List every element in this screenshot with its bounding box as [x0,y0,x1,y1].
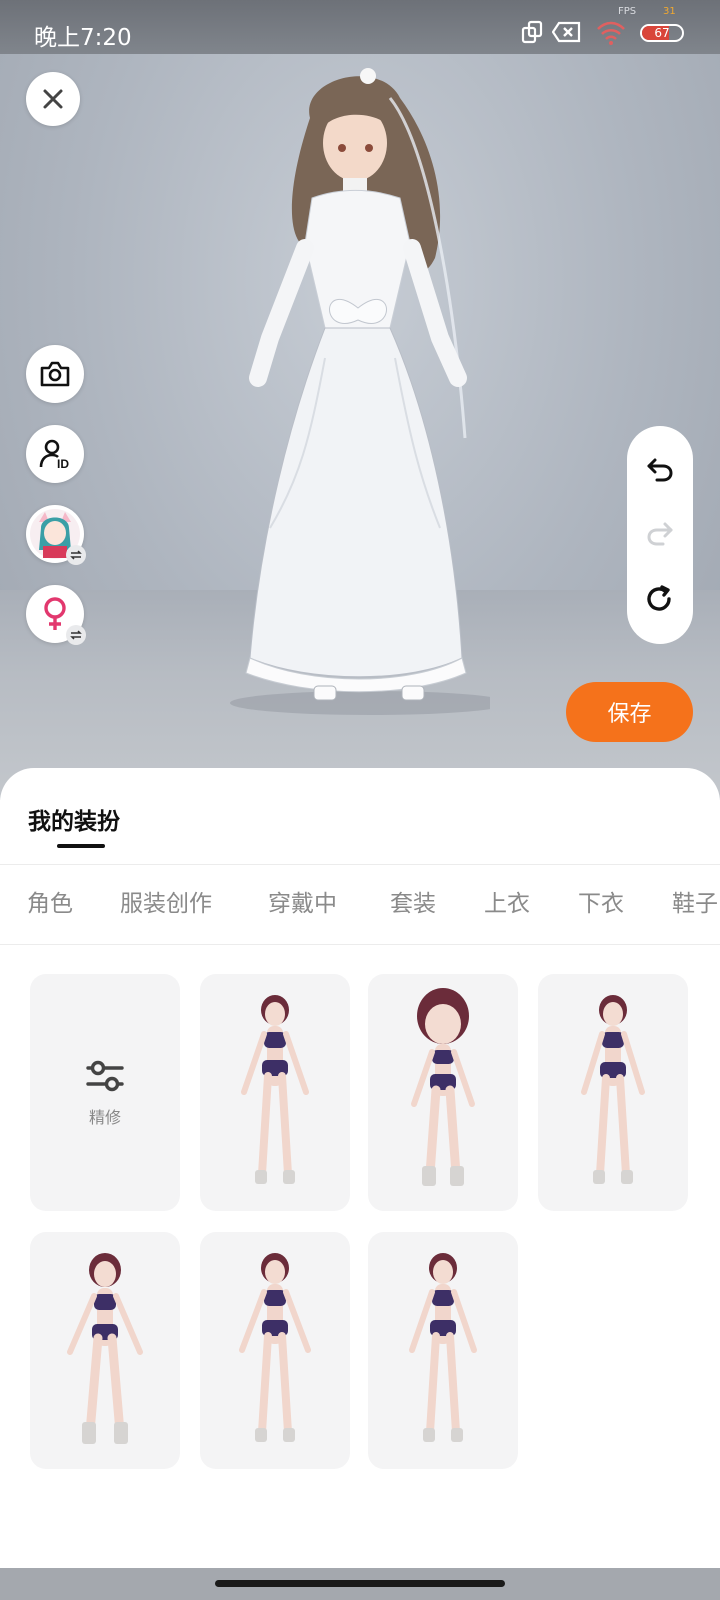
camera-icon [40,361,70,387]
app-root: 晚上7:20 FPS 31 67 ID 保存 我的装扮 角色 服装创作 穿戴中 … [0,0,720,1600]
tab-outfit-creation[interactable]: 服装创作 [120,864,212,944]
sim-off-icon [552,21,581,43]
outfit-item[interactable] [368,974,518,1211]
outfit-preview [411,988,475,1186]
reset-icon[interactable] [645,584,675,614]
sliders-icon [86,1060,124,1091]
wifi-icon [597,21,625,45]
navigation-bar [0,1568,720,1600]
outfit-item[interactable] [200,974,350,1211]
tab-wearing[interactable]: 穿戴中 [268,864,337,944]
status-bar: 晚上7:20 FPS 31 67 [0,0,720,54]
refine-card[interactable]: 精修 [30,974,180,1211]
camera-button[interactable] [26,345,84,403]
outfit-item[interactable] [538,974,688,1211]
avatar-figure[interactable] [230,58,490,718]
avatar-scene[interactable]: 晚上7:20 FPS 31 67 ID 保存 [0,0,720,800]
outfit-preview [241,995,309,1184]
avatar-id-icon: ID [39,439,69,471]
swap-badge [66,625,86,645]
redo-icon[interactable] [645,520,675,548]
close-icon [43,89,63,109]
outfit-item[interactable] [368,1232,518,1469]
gender-female-icon [44,597,66,630]
battery-icon: 67 [640,24,684,42]
swap-icon [70,630,82,640]
close-button[interactable] [26,72,80,126]
outfit-preview [67,1253,143,1444]
category-tabs: 角色 服装创作 穿戴中 套装 上衣 下衣 鞋子 [0,864,720,944]
avatar-id-button[interactable]: ID [26,425,84,483]
divider [0,944,720,945]
battery-level: 67 [654,26,670,40]
outfit-item[interactable] [200,1232,350,1469]
fps-label: FPS [618,6,637,17]
outfit-preview [409,1253,477,1442]
history-panel [627,426,693,644]
outfit-item[interactable] [30,1232,180,1469]
wardrobe-sheet: 我的装扮 角色 服装创作 穿戴中 套装 上衣 下衣 鞋子 精修 [0,768,720,1568]
tab-tops[interactable]: 上衣 [484,864,530,944]
outfit-preview [239,1253,311,1442]
fps-value: 31 [663,6,676,17]
screen-rotate-icon [521,20,543,44]
tab-shoes[interactable]: 鞋子 [672,864,718,944]
avatar-switch-button[interactable] [26,505,86,565]
tab-role[interactable]: 角色 [27,864,73,944]
swap-icon [70,550,82,560]
status-time: 晚上7:20 [34,25,132,51]
refine-label: 精修 [88,1107,121,1127]
sheet-title[interactable]: 我的装扮 [28,802,120,836]
svg-text:ID: ID [57,457,69,471]
undo-icon[interactable] [645,456,675,484]
save-button[interactable]: 保存 [566,682,693,742]
swap-badge [66,545,86,565]
gender-switch-button[interactable] [26,585,86,645]
tab-sets[interactable]: 套装 [390,864,436,944]
title-underline [57,844,105,848]
outfit-preview [581,995,645,1184]
tab-bottoms[interactable]: 下衣 [578,864,624,944]
home-gesture-handle[interactable] [215,1580,505,1587]
